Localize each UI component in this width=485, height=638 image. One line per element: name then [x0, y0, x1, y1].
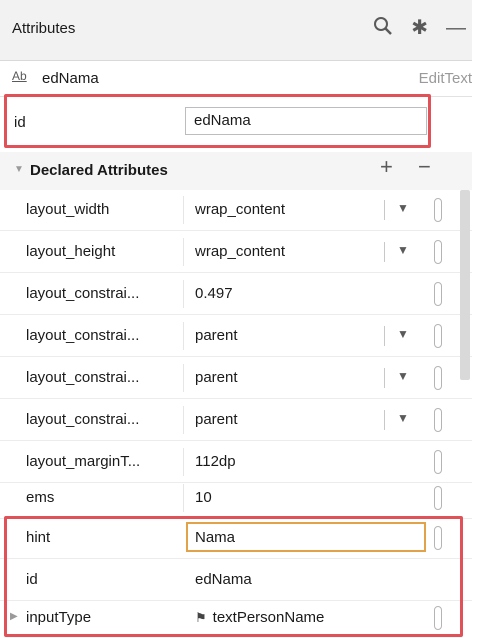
attr-value[interactable]: wrap_content — [195, 243, 285, 260]
add-attribute-button[interactable]: + — [380, 154, 393, 180]
attr-label: layout_constrai... — [26, 327, 140, 344]
attr-label: layout_marginT... — [26, 453, 141, 470]
resource-picker-button[interactable] — [434, 324, 442, 348]
attr-value[interactable]: parent — [195, 369, 238, 386]
attr-value[interactable]: 112dp — [195, 453, 236, 470]
attr-value[interactable]: wrap_content — [195, 201, 285, 218]
attr-row-constraint-1[interactable]: layout_constrai... parent ▼ — [0, 316, 472, 357]
resource-picker-button[interactable] — [434, 366, 442, 390]
attr-label: layout_constrai... — [26, 285, 140, 302]
resource-picker-button[interactable] — [434, 486, 442, 510]
value-separator — [384, 200, 385, 220]
value-separator — [384, 242, 385, 262]
scrollbar-thumb[interactable] — [460, 190, 470, 380]
collapse-triangle-icon[interactable]: ▼ — [14, 164, 24, 175]
highlight-box-bottom — [4, 516, 463, 637]
attr-row-constraint-3[interactable]: layout_constrai... parent ▼ — [0, 400, 472, 441]
resource-picker-button[interactable] — [434, 240, 442, 264]
attr-value[interactable]: 10 — [195, 489, 212, 506]
column-divider — [183, 448, 184, 476]
attr-row-layout-height[interactable]: layout_height wrap_content ▼ — [0, 232, 472, 273]
section-title: Declared Attributes — [30, 162, 168, 179]
column-divider — [183, 322, 184, 350]
highlight-box-id — [4, 94, 431, 148]
declared-attributes-header[interactable]: ▼ Declared Attributes + − — [0, 152, 472, 190]
dropdown-arrow-icon[interactable]: ▼ — [397, 201, 409, 215]
attr-value[interactable]: 0.497 — [195, 285, 233, 302]
column-divider — [183, 406, 184, 434]
panel-header: Attributes ✱ — — [0, 0, 472, 61]
column-divider — [183, 364, 184, 392]
dropdown-arrow-icon[interactable]: ▼ — [397, 243, 409, 257]
gear-icon[interactable]: ✱ — [411, 18, 428, 38]
attr-row-constraint-bias[interactable]: layout_constrai... 0.497 — [0, 274, 472, 315]
dropdown-arrow-icon[interactable]: ▼ — [397, 327, 409, 341]
value-separator — [384, 410, 385, 430]
minus-icon[interactable]: — — [446, 18, 466, 38]
attr-row-constraint-2[interactable]: layout_constrai... parent ▼ — [0, 358, 472, 399]
component-row: Ab edNama EditText — [0, 60, 472, 97]
attr-value[interactable]: parent — [195, 327, 238, 344]
attr-label: ems — [26, 489, 55, 506]
dropdown-arrow-icon[interactable]: ▼ — [397, 411, 409, 425]
attr-label: layout_width — [26, 201, 110, 218]
column-divider — [183, 238, 184, 266]
component-type: EditText — [418, 70, 472, 87]
resource-picker-button[interactable] — [434, 198, 442, 222]
attr-row-layout-width[interactable]: layout_width wrap_content ▼ — [0, 190, 472, 231]
attr-row-ems[interactable]: ems 10 — [0, 478, 472, 519]
attributes-panel: Attributes ✱ — Ab edNama EditText id edN… — [0, 0, 472, 637]
edittext-type-icon: Ab — [12, 69, 27, 83]
attr-label: layout_constrai... — [26, 369, 140, 386]
value-separator — [384, 326, 385, 346]
value-separator — [384, 368, 385, 388]
resource-picker-button[interactable] — [434, 408, 442, 432]
attr-row-margin-top[interactable]: layout_marginT... 112dp — [0, 442, 472, 483]
search-icon[interactable] — [373, 16, 393, 40]
column-divider — [183, 484, 184, 512]
column-divider — [183, 280, 184, 308]
resource-picker-button[interactable] — [434, 450, 442, 474]
attr-value[interactable]: parent — [195, 411, 238, 428]
component-name: edNama — [42, 70, 99, 87]
attr-label: layout_constrai... — [26, 411, 140, 428]
attr-label: layout_height — [26, 243, 116, 260]
remove-attribute-button[interactable]: − — [418, 154, 431, 180]
panel-title: Attributes — [12, 20, 76, 37]
dropdown-arrow-icon[interactable]: ▼ — [397, 369, 409, 383]
resource-picker-button[interactable] — [434, 282, 442, 306]
column-divider — [183, 196, 184, 224]
header-actions: ✱ — — [373, 16, 466, 40]
